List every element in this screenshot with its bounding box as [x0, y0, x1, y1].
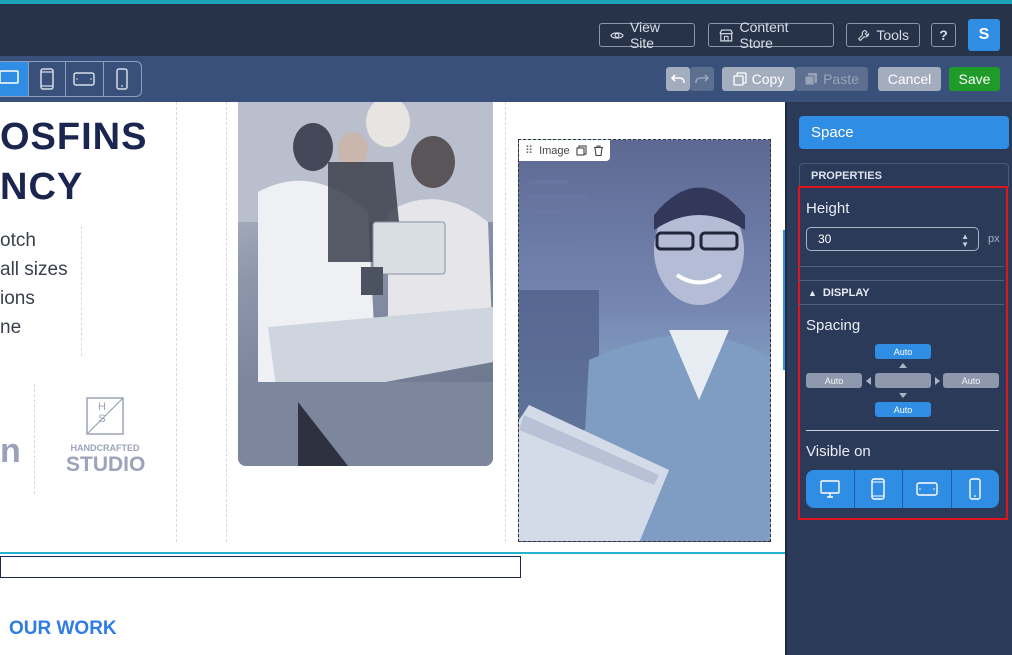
paste-label: Paste: [823, 71, 859, 87]
spacing-right-arrow-icon: [935, 377, 940, 385]
portrait-illustration: [519, 180, 770, 541]
device-mobile-button[interactable]: [104, 62, 141, 96]
column-guide: [176, 102, 177, 542]
view-site-button[interactable]: View Site: [599, 19, 695, 51]
column-guide: [81, 226, 82, 356]
duplicate-icon[interactable]: [576, 145, 587, 156]
tools-label: Tools: [876, 27, 909, 43]
redo-button[interactable]: [690, 67, 714, 91]
copy-icon: [733, 72, 747, 86]
display-section-toggle[interactable]: ▲ DISPLAY: [798, 280, 1004, 305]
visible-tablet-portrait-toggle[interactable]: [855, 470, 903, 508]
cancel-button[interactable]: Cancel: [878, 67, 941, 91]
space-element-outline[interactable]: [0, 556, 521, 578]
divider: [806, 430, 999, 431]
team-meeting-photo[interactable]: [238, 102, 493, 466]
section-selection-outline: [0, 552, 785, 554]
undo-icon: [670, 74, 685, 83]
divider: [798, 266, 1004, 267]
device-tablet-landscape-button[interactable]: [66, 62, 104, 96]
desktop-icon: [0, 70, 19, 84]
store-icon: [719, 28, 734, 42]
height-label: Height: [806, 200, 850, 217]
wrench-icon: [857, 29, 870, 41]
desktop-icon: [820, 480, 840, 498]
top-bar: View Site Content Store Tools ? S: [0, 0, 1012, 56]
mobile-icon: [116, 68, 128, 90]
editor-toolbar: Copy Paste Cancel Save: [0, 56, 1012, 102]
undo-button[interactable]: [666, 67, 690, 91]
height-decrement-icon[interactable]: ▼: [961, 241, 969, 249]
display-header-label: DISPLAY: [822, 286, 870, 299]
handcrafted-studio-logo: H S HANDCRAFTED STUDIO: [66, 397, 146, 482]
drag-handle-icon[interactable]: ⠿: [525, 144, 533, 157]
tools-button[interactable]: Tools: [846, 23, 920, 47]
logo-big-text: STUDIO: [66, 453, 146, 476]
device-desktop-button[interactable]: [0, 62, 29, 96]
visible-tablet-landscape-toggle[interactable]: [903, 470, 952, 508]
device-switcher: [0, 61, 142, 97]
hero-heading-line2: NCY: [0, 166, 84, 208]
content-store-button[interactable]: Content Store: [708, 19, 834, 51]
spacing-left-button[interactable]: Auto: [806, 373, 862, 388]
spacing-right-button[interactable]: Auto: [943, 373, 999, 388]
our-work-heading: OUR WORK: [9, 618, 117, 639]
height-input[interactable]: 30 ▲ ▼: [806, 227, 979, 251]
feature-line: ne: [0, 317, 22, 338]
hero-heading-line1: OSFINS: [0, 116, 148, 158]
height-unit: px: [988, 233, 1000, 245]
column-guide: [505, 102, 506, 542]
mobile-icon: [969, 478, 981, 500]
feature-line: all sizes: [0, 259, 68, 280]
spacing-label: Spacing: [806, 317, 861, 334]
avatar[interactable]: S: [968, 19, 1000, 51]
logo-letters: H S: [98, 401, 120, 425]
spacing-bottom-button[interactable]: Auto: [875, 402, 931, 417]
spacing-left-arrow-icon: [866, 377, 871, 385]
spacing-center-box: [875, 373, 931, 388]
tablet-portrait-icon: [40, 68, 54, 90]
man-with-laptop-image[interactable]: [518, 139, 771, 542]
content-store-label: Content Store: [739, 19, 789, 51]
trash-icon[interactable]: [593, 145, 604, 156]
column-guide: [34, 384, 35, 494]
partner-logo-partial: n: [0, 432, 21, 470]
image-element-tag[interactable]: ⠿ Image: [519, 140, 610, 161]
tablet-landscape-icon: [73, 72, 95, 86]
paste-icon: [804, 73, 818, 86]
column-guide: [226, 102, 227, 542]
height-value: 30: [818, 232, 832, 246]
spacing-up-arrow-icon: [899, 363, 907, 368]
eye-icon: [610, 31, 624, 39]
copy-button[interactable]: Copy: [722, 67, 795, 91]
visible-desktop-toggle[interactable]: [806, 470, 855, 508]
visible-on-label: Visible on: [806, 443, 871, 460]
meeting-illustration: [238, 102, 493, 466]
feature-line: ions: [0, 288, 35, 309]
tablet-landscape-icon: [916, 482, 938, 496]
help-button[interactable]: ?: [931, 23, 956, 47]
redo-icon: [695, 74, 710, 83]
copy-label: Copy: [751, 71, 785, 87]
view-site-label: View Site: [629, 19, 661, 51]
properties-header: PROPERTIES: [799, 163, 1009, 187]
feature-line: otch: [0, 230, 36, 251]
caret-up-icon: ▲: [808, 287, 817, 298]
logo-small-text: HANDCRAFTED: [70, 443, 140, 453]
image-tag-label: Image: [539, 144, 570, 157]
tablet-portrait-icon: [871, 478, 885, 500]
visible-on-toggle-group: [806, 470, 999, 508]
page-canvas[interactable]: OSFINS NCY otch all sizes ions ne n H S …: [0, 102, 785, 655]
spacing-top-button[interactable]: Auto: [875, 344, 931, 359]
visible-mobile-toggle[interactable]: [952, 470, 1000, 508]
paste-button[interactable]: Paste: [795, 67, 868, 91]
device-tablet-portrait-button[interactable]: [29, 62, 66, 96]
save-button[interactable]: Save: [949, 67, 1000, 91]
element-type-tab[interactable]: Space: [799, 116, 1009, 149]
spacing-down-arrow-icon: [899, 393, 907, 398]
